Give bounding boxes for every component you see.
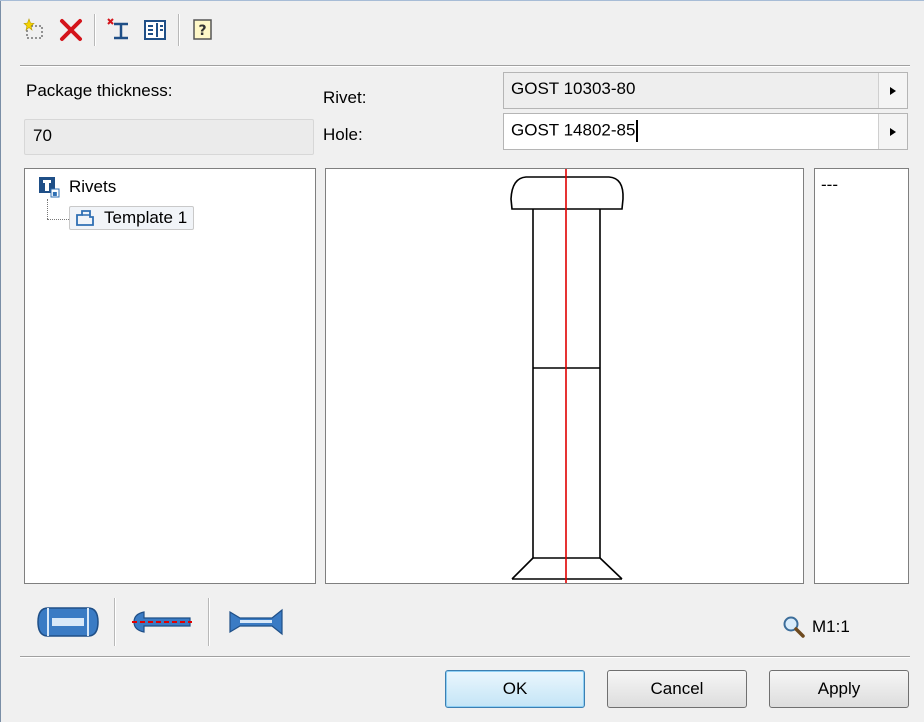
tree-root-rivets[interactable]: ▪ Rivets — [37, 175, 116, 199]
toolbar-separator — [94, 14, 96, 46]
delete-icon[interactable] — [56, 15, 86, 45]
rivet-section-view-icon[interactable] — [36, 600, 100, 644]
zoom-label: M1:1 — [812, 617, 850, 636]
view-tools — [36, 598, 288, 646]
new-template-icon[interactable] — [20, 15, 50, 45]
tree-item-template-1[interactable]: Template 1 — [69, 206, 195, 230]
tree-root-label: Rivets — [69, 177, 117, 196]
package-thickness-field[interactable]: 70 — [24, 119, 314, 155]
insert-rivet-icon[interactable] — [104, 15, 134, 45]
tree-child-label: Template 1 — [104, 208, 188, 227]
buttons-divider — [20, 656, 910, 658]
tree-connector — [47, 219, 69, 220]
toolbar-separator — [178, 14, 180, 46]
rivet-axis-view-icon[interactable] — [130, 600, 194, 644]
hole-combo[interactable]: GOST 14802-85 — [503, 113, 908, 150]
window-border-left — [0, 0, 1, 722]
properties-text: --- — [821, 175, 838, 194]
rivet-label: Rivet: — [323, 88, 367, 107]
hole-value: GOST 14802-85 — [511, 120, 636, 140]
hole-label: Hole: — [323, 125, 363, 144]
rivet-combo[interactable]: GOST 10303-80 — [503, 72, 908, 109]
text-caret — [636, 120, 639, 142]
zoom-control[interactable]: M1:1 — [782, 615, 850, 639]
apply-button[interactable]: Apply — [769, 670, 909, 708]
cancel-button[interactable]: Cancel — [607, 670, 747, 708]
package-thickness-value: 70 — [33, 126, 52, 145]
rivet-drawing — [510, 169, 624, 583]
hole-dropdown-arrow-icon[interactable] — [878, 114, 907, 149]
window-border-top — [0, 0, 924, 1]
rivet-tree-panel[interactable]: ▪ Rivets Template 1 — [24, 168, 316, 584]
rivet-preview-panel — [325, 168, 804, 584]
rivet-dropdown-arrow-icon[interactable] — [878, 73, 907, 108]
tools-separator — [114, 598, 116, 646]
toolbar: ? — [20, 12, 218, 48]
template-icon — [76, 210, 94, 226]
tools-separator — [208, 598, 210, 646]
magnifier-icon — [783, 616, 805, 638]
rivet-value: GOST 10303-80 — [511, 79, 636, 98]
help-icon[interactable]: ? — [188, 15, 218, 45]
svg-text:▪: ▪ — [52, 189, 57, 198]
package-thickness-label: Package thickness: — [26, 81, 173, 100]
properties-panel: --- — [814, 168, 909, 584]
hole-value-wrap: GOST 14802-85 — [511, 120, 639, 142]
rivet-properties-icon[interactable] — [140, 15, 170, 45]
svg-text:?: ? — [198, 23, 206, 39]
tree-connector — [47, 199, 48, 219]
rivets-folder-icon: ▪ — [39, 177, 60, 198]
rivet-side-view-icon[interactable] — [224, 600, 288, 644]
toolbar-divider — [20, 65, 910, 67]
ok-button[interactable]: OK — [445, 670, 585, 708]
